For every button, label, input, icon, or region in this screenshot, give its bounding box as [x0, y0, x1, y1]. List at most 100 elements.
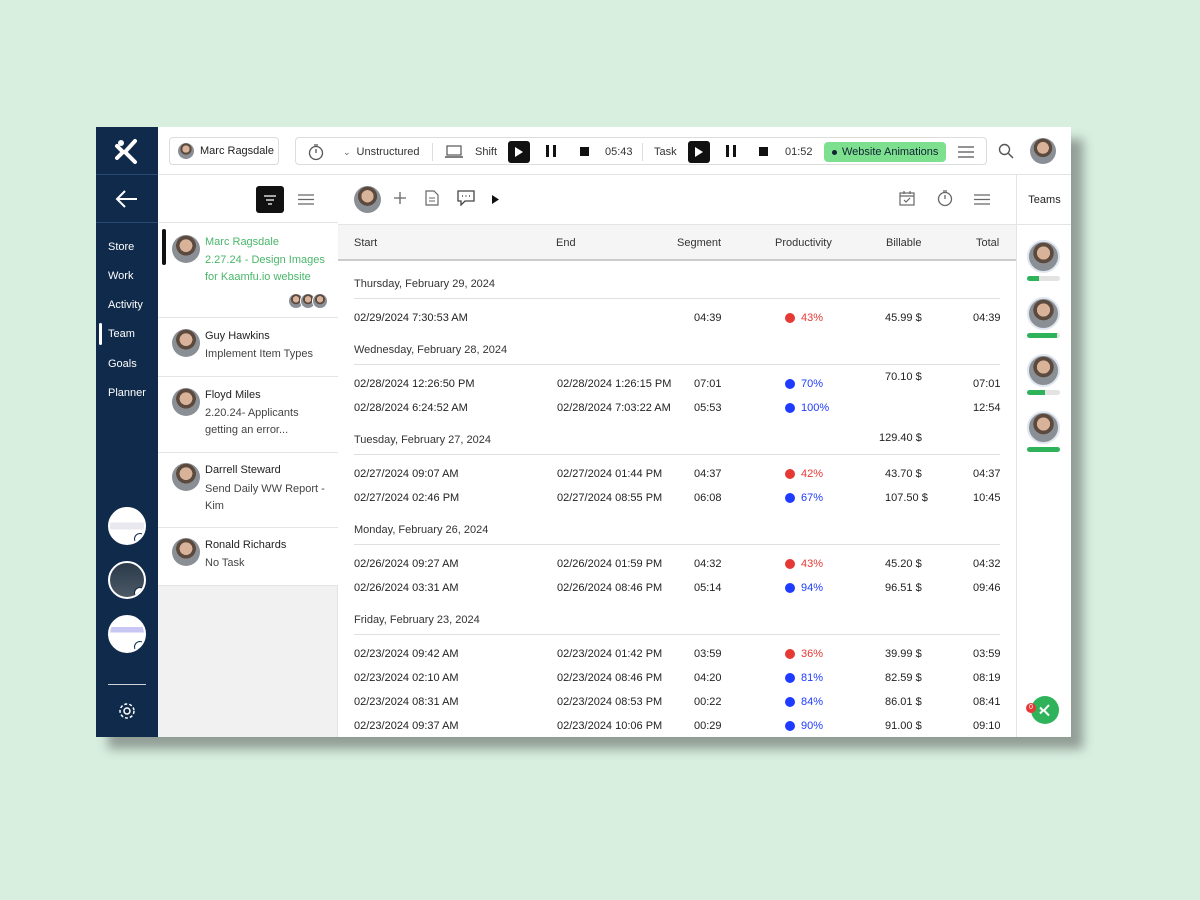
chevron-down-icon: ⌄	[343, 146, 351, 157]
team-member-avatar[interactable]	[1027, 411, 1060, 444]
avatar	[178, 143, 194, 159]
divider	[642, 143, 643, 161]
row-divider	[354, 364, 1000, 365]
end-time: 02/27/2024 01:44 PM	[557, 468, 663, 480]
team-member-progress	[1027, 276, 1060, 281]
nav-item-work[interactable]: Work	[108, 270, 133, 282]
segment-duration: 00:22	[694, 696, 722, 708]
nav-item-activity[interactable]: Activity	[108, 299, 143, 311]
task-tag[interactable]: Website Animations	[824, 142, 946, 162]
productivity-value: 70%	[801, 378, 824, 390]
nav-item-team[interactable]: Team	[108, 328, 135, 340]
column-header-billable[interactable]: Billable	[886, 237, 921, 249]
kaamfu-logo[interactable]	[96, 127, 158, 175]
member-name: Marc Ragsdale	[205, 236, 279, 248]
user-selector[interactable]: Marc Ragsdale	[169, 137, 279, 165]
productivity-dot	[785, 721, 795, 731]
play-icon[interactable]	[492, 195, 499, 207]
productivity-dot	[785, 649, 795, 659]
plus-icon[interactable]	[394, 192, 406, 207]
end-time: 02/23/2024 08:53 PM	[557, 696, 663, 708]
day-header: Tuesday, February 27, 2024	[354, 434, 491, 446]
screenshot-thumb[interactable]	[108, 615, 146, 653]
column-header-start[interactable]: Start	[354, 237, 377, 249]
timesheet-panel: Start End Segment Productivity Billable …	[338, 175, 1016, 737]
task-pause-button[interactable]	[726, 145, 736, 160]
column-header-total[interactable]: Total	[976, 237, 999, 249]
task-stop-button[interactable]	[759, 147, 768, 159]
screenshot-thumb[interactable]	[108, 507, 146, 545]
task-play-button[interactable]	[688, 141, 710, 163]
hamburger-icon[interactable]	[298, 194, 314, 208]
teams-panel: Teams 0	[1016, 175, 1071, 737]
document-icon[interactable]	[425, 190, 439, 209]
avatar[interactable]	[354, 186, 381, 213]
team-member-progress	[1027, 447, 1060, 452]
hamburger-icon[interactable]	[958, 138, 974, 166]
list-item[interactable]: Ronald Richards No Task	[158, 528, 338, 586]
list-item[interactable]: Darrell Steward Send Daily WW Report - K…	[158, 453, 338, 528]
member-name: Ronald Richards	[205, 539, 287, 551]
productivity-dot	[785, 469, 795, 479]
end-time: 02/26/2024 01:59 PM	[557, 558, 663, 570]
screenshot-thumb[interactable]	[108, 561, 146, 599]
progress-fill	[1027, 390, 1046, 395]
day-header: Monday, February 26, 2024	[354, 524, 489, 536]
productivity-value: 43%	[801, 312, 824, 324]
gear-icon[interactable]	[117, 701, 137, 724]
billable-amount: 43.70 $	[885, 468, 922, 480]
avatar	[172, 538, 200, 566]
end-time: 02/23/2024 10:06 PM	[557, 720, 663, 732]
total-duration: 09:10	[973, 720, 1001, 732]
hamburger-icon[interactable]	[974, 194, 990, 208]
nav-item-planner[interactable]: Planner	[108, 387, 146, 399]
row-divider	[354, 454, 1000, 455]
segment-duration: 05:14	[694, 582, 722, 594]
start-time: 02/27/2024 02:46 PM	[354, 492, 460, 504]
back-arrow-icon[interactable]	[96, 175, 158, 223]
stopwatch-icon[interactable]	[936, 189, 954, 210]
productivity-dot	[785, 697, 795, 707]
billable-amount: 45.20 $	[885, 558, 922, 570]
end-time: 02/23/2024 08:46 PM	[557, 672, 663, 684]
productivity-value: 67%	[801, 492, 824, 504]
productivity-dot	[785, 583, 795, 593]
team-member-avatar[interactable]	[1027, 354, 1060, 387]
team-member-avatar[interactable]	[1027, 240, 1060, 273]
shift-stop-button[interactable]	[580, 147, 589, 159]
total-duration: 08:19	[973, 672, 1001, 684]
search-icon[interactable]	[998, 143, 1014, 162]
productivity-value: 42%	[801, 468, 824, 480]
shift-play-button[interactable]	[508, 141, 530, 163]
team-member-avatar[interactable]	[1027, 297, 1060, 330]
nav-item-goals[interactable]: Goals	[108, 358, 137, 370]
member-task: Send Daily WW Report - Kim	[205, 483, 325, 512]
teams-header: Teams	[1017, 175, 1071, 225]
team-member-progress	[1027, 333, 1060, 338]
segment-duration: 04:20	[694, 672, 722, 684]
list-item[interactable]: Guy Hawkins Implement Item Types	[158, 318, 338, 377]
laptop-icon[interactable]	[445, 138, 463, 166]
member-name: Floyd Miles	[205, 389, 261, 401]
stopwatch-icon[interactable]	[307, 138, 325, 166]
column-header-segment[interactable]: Segment	[677, 237, 721, 249]
calendar-icon[interactable]	[899, 190, 915, 209]
billable-amount: 107.50 $	[885, 492, 928, 504]
column-header-end[interactable]: End	[556, 237, 576, 249]
comment-icon[interactable]	[457, 190, 475, 209]
total-duration: 07:01	[973, 378, 1001, 390]
list-item[interactable]: Floyd Miles 2.20.24- Applicants getting …	[158, 377, 338, 453]
profile-avatar[interactable]	[1030, 138, 1056, 164]
member-name: Darrell Steward	[205, 464, 281, 476]
row-divider	[354, 544, 1000, 545]
column-header-productivity[interactable]: Productivity	[775, 237, 832, 249]
shift-pause-button[interactable]	[546, 145, 556, 160]
list-item[interactable]: Marc Ragsdale 2.27.24 - Design Images fo…	[158, 223, 338, 318]
segment-duration: 05:53	[694, 402, 722, 414]
mode-dropdown[interactable]: ⌄ Unstructured	[343, 138, 420, 166]
filter-icon[interactable]	[256, 186, 284, 213]
nav-item-store[interactable]: Store	[108, 241, 134, 253]
billable-amount: 96.51 $	[885, 582, 922, 594]
timer-bar: ⌄ Unstructured Shift 05:43 Task 01:52 We…	[295, 137, 987, 165]
start-time: 02/26/2024 03:31 AM	[354, 582, 459, 594]
